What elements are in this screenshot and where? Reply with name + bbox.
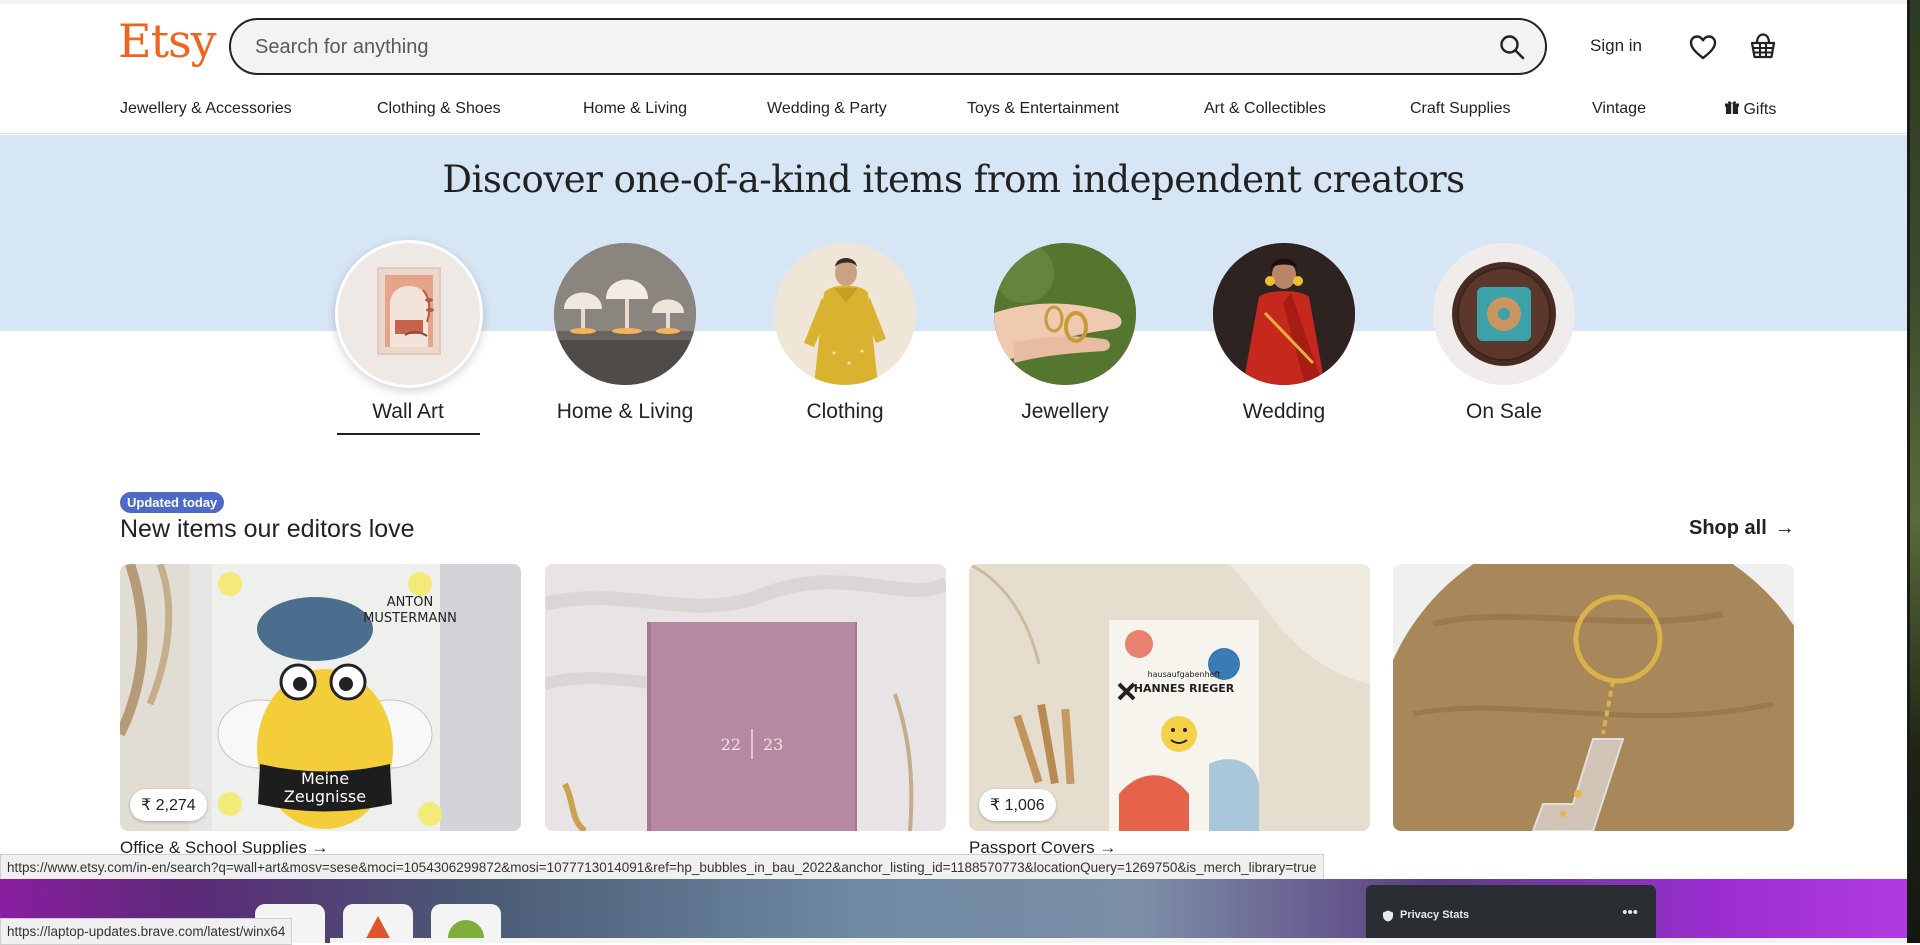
wall-art-image — [338, 243, 480, 385]
keychain-image — [1393, 564, 1794, 831]
shop-all-link[interactable]: Shop all → — [1689, 517, 1795, 540]
nav-vintage[interactable]: Vintage — [1592, 100, 1646, 118]
privacy-stats-label: Privacy Stats — [1400, 909, 1470, 921]
nav-gifts-label: Gifts — [1743, 101, 1777, 118]
bubble-label-home-living[interactable]: Home & Living — [515, 400, 735, 424]
etsy-logo[interactable]: Etsy — [118, 18, 217, 64]
basket-icon — [1750, 33, 1776, 59]
arrow-right-icon: → — [1774, 517, 1795, 539]
bubble-home-living[interactable] — [554, 243, 696, 385]
nav-home-living[interactable]: Home & Living — [583, 100, 687, 118]
search-input[interactable] — [253, 20, 1457, 75]
wedding-image — [1213, 243, 1355, 385]
passport-text-2: HANNES RIEGER — [1134, 682, 1235, 695]
planner-year-2: 23 — [763, 735, 783, 754]
card1-text-line3: Meine — [301, 769, 349, 788]
product-card-2[interactable]: 22 23 — [545, 564, 946, 831]
bubble-clothing[interactable] — [774, 243, 916, 385]
card1-text-line2: MUSTERMANN — [363, 611, 457, 626]
bubble-wedding[interactable] — [1213, 243, 1355, 385]
card1-text-line1: ANTON — [387, 595, 434, 610]
updated-badge: Updated today — [120, 492, 225, 513]
update-status-bar: https://laptop-updates.brave.com/latest/… — [0, 918, 293, 945]
lamps-image — [554, 243, 696, 385]
passport-text-1: hausaufgabenheft — [1148, 670, 1221, 679]
cart-button[interactable] — [1748, 31, 1778, 61]
selected-underline — [337, 433, 480, 435]
clothing-image — [774, 243, 916, 385]
hero-title: Discover one-of-a-kind items from indepe… — [442, 158, 1465, 201]
nav-gifts[interactable]: Gifts — [1725, 100, 1776, 119]
nav-clothing[interactable]: Clothing & Shoes — [377, 100, 501, 118]
sign-in-link[interactable]: Sign in — [1590, 36, 1642, 56]
shield-icon — [1383, 910, 1393, 922]
nav-craft[interactable]: Craft Supplies — [1410, 100, 1511, 118]
bubble-label-jewellery[interactable]: Jewellery — [955, 400, 1175, 424]
bubble-wall-art[interactable] — [335, 240, 483, 388]
planner-year-1: 22 — [721, 735, 741, 754]
bubble-label-clothing[interactable]: Clothing — [735, 400, 955, 424]
product-card-3[interactable]: hausaufgabenheft HANNES RIEGER ₹ 1,006 — [969, 564, 1370, 831]
more-options-icon[interactable]: ••• — [1622, 904, 1638, 921]
ring-image — [994, 243, 1136, 385]
search-button[interactable] — [1493, 28, 1531, 66]
section-title: New items our editors love — [120, 515, 415, 543]
card1-text-line4: Zeugnisse — [284, 787, 366, 806]
search-bar[interactable] — [229, 18, 1547, 75]
nav-art[interactable]: Art & Collectibles — [1204, 100, 1326, 118]
nav-jewellery[interactable]: Jewellery & Accessories — [120, 100, 292, 118]
product-card-4[interactable] — [1393, 564, 1794, 831]
search-icon — [1500, 35, 1525, 60]
bubble-on-sale[interactable] — [1433, 243, 1575, 385]
favorites-button[interactable] — [1688, 32, 1718, 62]
heart-icon — [1689, 35, 1717, 60]
top-border — [0, 0, 1907, 4]
category-nav: Jewellery & Accessories Clothing & Shoes… — [0, 90, 1907, 134]
gift-icon — [1725, 101, 1739, 114]
browser-border — [1907, 0, 1910, 820]
bubble-label-wall-art[interactable]: Wall Art — [298, 400, 518, 424]
desktop-wallpaper-edge — [1907, 0, 1920, 943]
bubble-jewellery[interactable] — [994, 243, 1136, 385]
planner-image: 22 23 — [545, 564, 946, 831]
privacy-stats-widget[interactable]: Privacy Stats ••• — [1366, 885, 1656, 943]
coaster-image — [1433, 243, 1575, 385]
nav-toys[interactable]: Toys & Entertainment — [967, 100, 1119, 118]
background-window-strip — [330, 938, 1907, 943]
link-status-bar: https://www.etsy.com/in-en/search?q=wall… — [0, 854, 1324, 881]
shop-all-label: Shop all — [1689, 517, 1767, 539]
price-tag: ₹ 1,006 — [979, 789, 1056, 821]
etsy-page: Etsy Sign in Jewellery & Accessories Clo… — [0, 0, 1907, 879]
bubble-label-on-sale[interactable]: On Sale — [1394, 400, 1614, 424]
product-card-1[interactable]: ANTON MUSTERMANN Meine Zeugnisse ₹ 2,274 — [120, 564, 521, 831]
price-tag: ₹ 2,274 — [130, 789, 207, 821]
bubble-label-wedding[interactable]: Wedding — [1174, 400, 1394, 424]
nav-wedding[interactable]: Wedding & Party — [767, 100, 887, 118]
